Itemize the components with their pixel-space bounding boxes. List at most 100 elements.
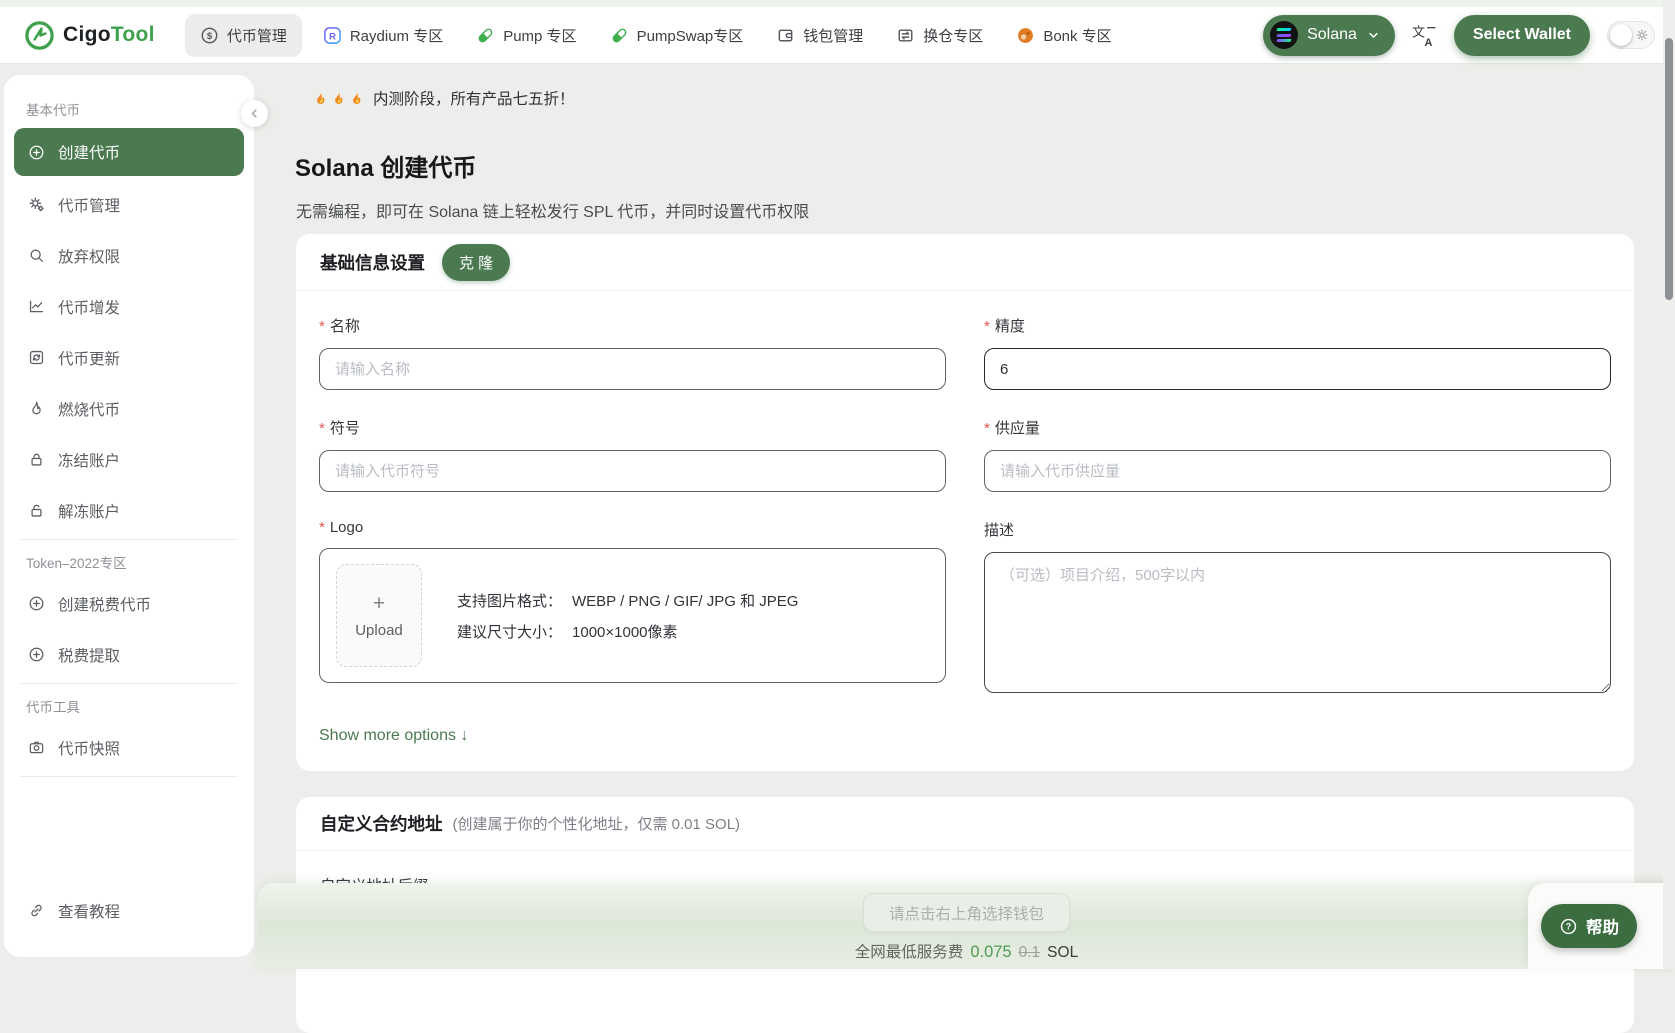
sidebar-divider [20, 683, 238, 684]
sidebar-divider [20, 776, 238, 777]
sidebar-item-update-token[interactable]: 代币更新 [14, 335, 244, 380]
camera-icon [28, 739, 45, 756]
required-mark: * [319, 519, 325, 536]
sidebar-item-label: 放弃权限 [58, 245, 120, 267]
plus-icon: + [373, 593, 385, 614]
dollar-circle-icon: $ [200, 26, 219, 45]
raydium-icon: R [323, 26, 342, 45]
supply-field-group: *供应量 [984, 417, 1611, 492]
solana-icon [1270, 21, 1298, 49]
pill-icon [610, 26, 629, 45]
sidebar-item-create-token[interactable]: 创建代币 [14, 128, 244, 176]
network-selector[interactable]: Solana [1263, 15, 1395, 56]
sidebar-section-title: 基本代币 [14, 99, 244, 119]
sidebar-item-unfreeze-account[interactable]: 解冻账户 [14, 488, 244, 533]
sidebar-item-revoke-authority[interactable]: 放弃权限 [14, 233, 244, 278]
top-navbar: CigoTool $代币管理RRaydium 专区 Pump 专区 PumpSwap… [0, 0, 1675, 64]
decimals-input[interactable] [984, 348, 1611, 390]
description-textarea[interactable] [984, 552, 1611, 693]
unlock-icon [28, 502, 45, 519]
sidebar-item-token-snapshot[interactable]: 代币快照 [14, 725, 244, 770]
name-label: *名称 [319, 315, 946, 336]
sidebar-item-label: 代币增发 [58, 296, 120, 318]
select-wallet-button[interactable]: Select Wallet [1454, 15, 1590, 56]
size-hint: 1000×1000像素 [572, 621, 678, 642]
cigotool-logo[interactable]: CigoTool [24, 20, 155, 51]
nav-item-swap-zone[interactable]: 换仓专区 [884, 16, 995, 55]
network-label: Solana [1307, 26, 1357, 44]
supply-label: *供应量 [984, 417, 1611, 438]
sidebar-item-burn-token[interactable]: 燃烧代币 [14, 386, 244, 431]
basic-info-card: 基础信息设置 克 隆 *名称 *符号 *Logo + U [296, 234, 1634, 771]
refresh-icon [28, 349, 45, 366]
sidebar-collapse-button[interactable] [241, 100, 268, 127]
help-button[interactable]: ? 帮助 [1541, 904, 1637, 948]
sidebar-item-manage-token[interactable]: 代币管理 [14, 182, 244, 227]
sidebar-item-label: 代币更新 [58, 347, 120, 369]
sidebar-item-freeze-account[interactable]: 冻结账户 [14, 437, 244, 482]
fee-label: 全网最低服务费 [855, 940, 964, 962]
required-mark: * [319, 420, 325, 437]
wallet-icon [776, 26, 795, 45]
symbol-input[interactable] [319, 450, 946, 492]
nav-item-raydium[interactable]: RRaydium 专区 [311, 16, 455, 55]
lock-icon [28, 451, 45, 468]
bonk-icon [1016, 26, 1035, 45]
sidebar-item-label: 冻结账户 [58, 449, 120, 471]
name-input[interactable] [319, 348, 946, 390]
sidebar-item-mint-token[interactable]: 代币增发 [14, 284, 244, 329]
nav-item-label: 换仓专区 [923, 25, 983, 46]
symbol-label: *符号 [319, 417, 946, 438]
pill-icon [476, 26, 495, 45]
nav-item-bonk[interactable]: Bonk 专区 [1004, 16, 1123, 55]
custom-address-card-header: 自定义合约地址 (创建属于你的个性化地址，仅需 0.01 SOL) [296, 797, 1634, 851]
scrollbar-track [1663, 0, 1675, 969]
chevron-down-icon [1366, 28, 1381, 43]
nav-item-pump[interactable]: Pump 专区 [464, 16, 588, 55]
nav-item-token-manage[interactable]: $代币管理 [185, 14, 302, 57]
fee-unit: SOL [1047, 944, 1078, 962]
required-mark: * [319, 318, 325, 335]
scrollbar-thumb[interactable] [1665, 38, 1673, 300]
nav-item-pumpswap[interactable]: PumpSwap专区 [598, 16, 756, 55]
chevron-left-icon [247, 106, 262, 121]
sidebar-item-label: 代币快照 [58, 737, 120, 759]
promo-banner: 内测阶段，所有产品七五折！ [312, 87, 575, 109]
main-content: 内测阶段，所有产品七五折！ Solana 创建代币 无需编程，即可在 Solan… [254, 64, 1675, 969]
sidebar-item-create-tax-token[interactable]: 创建税费代币 [14, 581, 244, 626]
upload-button[interactable]: + Upload [336, 564, 422, 667]
nav-menu: $代币管理RRaydium 专区 Pump 专区 PumpSwap专区 钱包管理 换仓专… [185, 14, 1124, 57]
svg-text:A: A [1424, 36, 1432, 46]
decimals-label: *精度 [984, 315, 1611, 336]
upload-label: Upload [355, 622, 403, 639]
wallet-prompt-button[interactable]: 请点击右上角选择钱包 [863, 893, 1070, 932]
card-title: 基础信息设置 [320, 250, 425, 275]
sidebar-item-withdraw-tax[interactable]: 税费提取 [14, 632, 244, 677]
basic-info-card-header: 基础信息设置 克 隆 [296, 234, 1634, 291]
sidebar-item-label: 解冻账户 [58, 500, 120, 522]
nav-item-wallet-manage[interactable]: 钱包管理 [764, 16, 875, 55]
nav-item-label: 钱包管理 [803, 25, 863, 46]
show-more-options-link[interactable]: Show more options ↓ [319, 727, 468, 745]
sidebar-section-title: Token–2022专区 [14, 552, 244, 572]
cigotool-logo-icon [24, 20, 55, 51]
clone-badge[interactable]: 克 隆 [442, 244, 510, 281]
toggle-knob [1610, 24, 1632, 46]
logo-label: *Logo [319, 519, 946, 536]
sidebar-section-title: 代币工具 [14, 696, 244, 716]
translate-icon[interactable]: 文A [1412, 24, 1437, 47]
description-label: 描述 [984, 519, 1611, 540]
plus-circle-icon [28, 595, 45, 612]
help-panel: ? 帮助 [1528, 883, 1675, 969]
logo-upload-box: + Upload 支持图片格式：WEBP / PNG / GIF/ JPG 和 … [319, 548, 946, 683]
upload-hints: 支持图片格式：WEBP / PNG / GIF/ JPG 和 JPEG 建议尺寸… [457, 590, 798, 642]
sidebar-item-tutorial[interactable]: 查看教程 [14, 888, 244, 933]
nav-item-label: PumpSwap专区 [637, 25, 744, 46]
brand-name: CigoTool [63, 23, 155, 47]
description-field-group: 描述 [984, 519, 1611, 698]
nav-item-label: Pump 专区 [503, 25, 576, 46]
required-mark: * [984, 318, 990, 335]
supply-input[interactable] [984, 450, 1611, 492]
theme-toggle[interactable] [1607, 21, 1655, 49]
sidebar-item-label: 燃烧代币 [58, 398, 120, 420]
